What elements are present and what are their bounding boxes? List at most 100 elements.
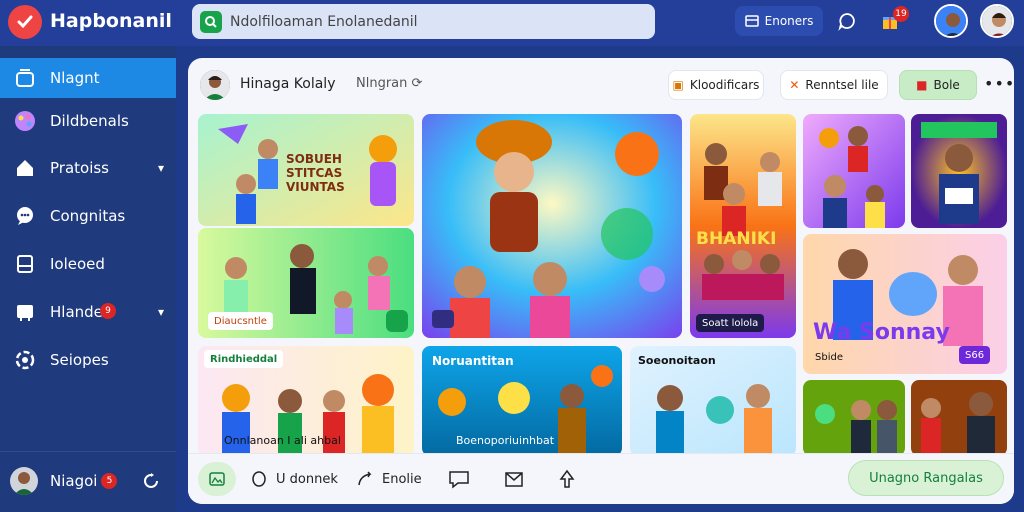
tile-chip: Diaucsntle bbox=[208, 312, 273, 330]
user-badge: 5 bbox=[101, 473, 118, 489]
sidebar-badge: 9 bbox=[100, 303, 116, 319]
video-icon[interactable] bbox=[432, 310, 454, 328]
media-tile[interactable]: Diaucsntle bbox=[198, 228, 414, 338]
avatar[interactable] bbox=[980, 4, 1014, 38]
search-bar[interactable] bbox=[192, 4, 655, 39]
pill-button[interactable]: ✕ Renntsel lile bbox=[780, 70, 888, 100]
tile-illustration bbox=[911, 114, 1007, 228]
pill-button-primary[interactable]: ■ Bole bbox=[899, 70, 977, 100]
main-panel: Hinaga Kolaly Nlngran ⟳ ▣ Kloodificars ✕ R… bbox=[188, 58, 1014, 504]
sidebar-item-congnitas[interactable]: Congnitas bbox=[0, 196, 176, 236]
tile-illustration bbox=[911, 380, 1007, 456]
top-action-button[interactable]: Enoners bbox=[735, 6, 823, 36]
media-tile[interactable] bbox=[803, 114, 905, 228]
tile-chip: S66 bbox=[959, 346, 991, 364]
avatar[interactable] bbox=[200, 70, 230, 100]
square-icon: ■ bbox=[916, 78, 928, 92]
sidebar-item-pratoiss[interactable]: Pratoiss ▾ bbox=[0, 148, 176, 188]
chevron-down-icon[interactable]: ▾ bbox=[158, 305, 164, 319]
tile-chip: Sbide bbox=[815, 351, 843, 363]
media-tile[interactable]: SOBUEH STITCAS VIUNTAS bbox=[198, 114, 414, 226]
tile-caption: SOBUEH STITCAS VIUNTAS bbox=[286, 152, 345, 194]
share-button[interactable]: Enolie bbox=[356, 464, 422, 494]
top-action-label: Enoners bbox=[764, 14, 814, 28]
sidebar-item-label: Pratoiss bbox=[50, 159, 109, 177]
chat-bubble-icon[interactable] bbox=[835, 9, 859, 33]
expand-icon[interactable] bbox=[386, 310, 408, 332]
comment-button[interactable]: U donnek bbox=[250, 464, 338, 494]
media-tile[interactable]: Wa Sonnay Sbide S66 bbox=[803, 234, 1007, 374]
sidebar-user[interactable]: Niagoi 5 bbox=[10, 464, 170, 498]
palette-icon bbox=[12, 108, 38, 134]
share-icon bbox=[358, 471, 372, 486]
upload-button[interactable] bbox=[558, 464, 576, 494]
gallery-button[interactable] bbox=[198, 462, 236, 496]
sidebar-item-seiopes[interactable]: Seiopes bbox=[0, 340, 176, 380]
share-label: Enolie bbox=[382, 471, 422, 487]
tile-caption: BHANIKI bbox=[696, 229, 777, 249]
main-header: Hinaga Kolaly Nlngran ⟳ ▣ Kloodificars ✕ R… bbox=[188, 58, 1014, 110]
check-icon bbox=[17, 15, 33, 29]
app-logo[interactable] bbox=[8, 5, 42, 39]
tile-illustration bbox=[803, 380, 905, 456]
bookmark-icon bbox=[12, 251, 38, 277]
sidebar-item-label: Seiopes bbox=[50, 351, 109, 369]
tray-icon bbox=[12, 299, 38, 325]
message-button[interactable] bbox=[448, 464, 470, 494]
sidebar-item-ioleoed[interactable]: Ioleoed bbox=[0, 244, 176, 284]
sidebar-item-label: Dildbenals bbox=[50, 112, 129, 130]
message-icon bbox=[449, 471, 469, 489]
refresh-icon[interactable] bbox=[142, 472, 160, 494]
media-tile[interactable] bbox=[803, 380, 905, 456]
sidebar-item-label: Hlande bbox=[50, 303, 103, 321]
notification-badge: 19 bbox=[893, 6, 909, 22]
tile-caption: Wa Sonnay bbox=[813, 320, 950, 345]
pill-label: Bole bbox=[933, 78, 960, 92]
media-tile[interactable]: Soeonoitaon bbox=[630, 346, 796, 456]
search-input[interactable] bbox=[230, 13, 630, 30]
media-tile[interactable]: Rindhieddal Onnlanoan I ali ahbal bbox=[198, 346, 414, 456]
chevron-down-icon[interactable]: ▾ bbox=[158, 161, 164, 175]
primary-cta-button[interactable]: Unagno Rangalas bbox=[848, 460, 1004, 496]
grid-icon bbox=[744, 15, 759, 27]
user-name: Niagoi bbox=[50, 472, 98, 490]
more-icon[interactable]: ••• bbox=[984, 74, 1014, 93]
tile-label: Noruantitan bbox=[432, 354, 514, 368]
avatar[interactable] bbox=[934, 4, 968, 38]
home-icon bbox=[12, 65, 38, 91]
sidebar: Nlagnt Dildbenals Pratoiss ▾ Congnitas I… bbox=[0, 46, 176, 512]
app-title: Hapbonanil bbox=[50, 10, 172, 32]
edit-icon[interactable]: ⟳ bbox=[412, 76, 423, 91]
sidebar-item-hlande[interactable]: Hlande 9 ▾ bbox=[0, 292, 176, 332]
page-subtitle[interactable]: Nlngran ⟳ bbox=[356, 76, 422, 91]
tile-caption: Boenoporiuinhbat bbox=[456, 434, 555, 447]
bottom-toolbar: U donnek Enolie Unagno Rangalas bbox=[188, 453, 1014, 504]
settings-icon bbox=[12, 347, 38, 373]
pill-label: Renntsel lile bbox=[805, 78, 879, 92]
save-button[interactable] bbox=[504, 464, 524, 494]
top-bar: Hapbonanil Enoners 19 bbox=[0, 0, 1024, 46]
tile-caption: Onnlanoan I ali ahbal bbox=[224, 434, 341, 447]
sidebar-item-dildbenals[interactable]: Dildbenals bbox=[0, 101, 176, 141]
house-icon bbox=[12, 155, 38, 181]
pill-label: Kloodificars bbox=[689, 78, 760, 92]
tile-label: Rindhieddal bbox=[204, 350, 284, 368]
tile-illustration bbox=[803, 114, 905, 228]
page-title: Hinaga Kolaly bbox=[240, 76, 336, 92]
cube-icon: ▣ bbox=[672, 78, 684, 92]
pill-button[interactable]: ▣ Kloodificars bbox=[668, 70, 764, 100]
subtitle-text: Nlngran bbox=[356, 76, 408, 91]
sidebar-item-home[interactable]: Nlagnt bbox=[0, 58, 176, 98]
media-tile-hero[interactable] bbox=[422, 114, 682, 338]
tile-illustration bbox=[690, 114, 796, 338]
avatar bbox=[10, 467, 38, 495]
sidebar-item-label: Nlagnt bbox=[50, 69, 100, 87]
sparkle-icon: ✕ bbox=[789, 78, 800, 92]
mail-icon bbox=[505, 472, 523, 487]
media-tile[interactable] bbox=[911, 380, 1007, 456]
media-tile[interactable]: Noruantitan Boenoporiuinhbat bbox=[422, 346, 622, 456]
sidebar-divider bbox=[0, 451, 176, 452]
media-tile[interactable] bbox=[911, 114, 1007, 228]
media-tile[interactable]: BHANIKI Soatt lolola bbox=[690, 114, 796, 338]
image-icon bbox=[209, 472, 225, 486]
